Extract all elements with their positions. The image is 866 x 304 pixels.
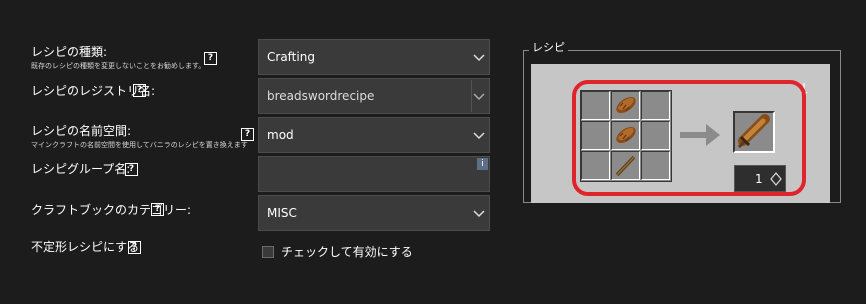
namespace-label: レシピの名前空間: (31, 124, 132, 138)
group-name-help-icon[interactable]: ? (125, 163, 138, 176)
registry-name-help-icon[interactable]: ? (133, 84, 146, 97)
group-name-label: レシピグループ名: (31, 162, 131, 176)
group-name-input[interactable]: i (258, 156, 490, 192)
shapeless-label: 不定形レシピにする (31, 240, 140, 254)
recipe-type-help-icon[interactable]: ? (204, 52, 217, 65)
book-category-value: MISC (267, 206, 297, 220)
chevron-down-icon (473, 54, 485, 62)
shapeless-help-icon[interactable]: ? (128, 241, 141, 254)
registry-name-value: breadswordrecipe (267, 89, 375, 103)
book-category-select[interactable]: MISC (258, 195, 490, 231)
registry-name-input[interactable]: breadswordrecipe (258, 78, 490, 114)
chevron-down-icon[interactable] (472, 89, 486, 103)
info-icon[interactable]: i (477, 158, 488, 170)
recipe-type-label: レシピの種類: (31, 45, 108, 59)
recipe-type-value: Crafting (267, 50, 315, 64)
shapeless-checkbox-label[interactable]: チェックして有効にする (281, 245, 413, 259)
chevron-down-icon (473, 132, 485, 140)
namespace-help-icon[interactable]: ? (241, 128, 254, 141)
recipe-type-select[interactable]: Crafting (258, 39, 490, 75)
recipe-highlight-frame (572, 80, 806, 196)
book-category-label: クラフトブックのカテゴリー: (31, 203, 192, 217)
namespace-select[interactable]: mod (258, 117, 490, 153)
namespace-hint: マインクラフトの名前空間を使用してバニラのレシピを置き換えます (31, 141, 248, 149)
book-category-help-icon[interactable]: ? (151, 203, 164, 216)
shapeless-checkbox[interactable] (262, 246, 274, 258)
chevron-down-icon (473, 210, 485, 218)
recipe-panel-title: レシピ (529, 42, 568, 54)
recipe-type-hint: 既存のレシピの種類を変更しないことをお勧めします。 (31, 62, 206, 70)
namespace-value: mod (267, 128, 294, 142)
